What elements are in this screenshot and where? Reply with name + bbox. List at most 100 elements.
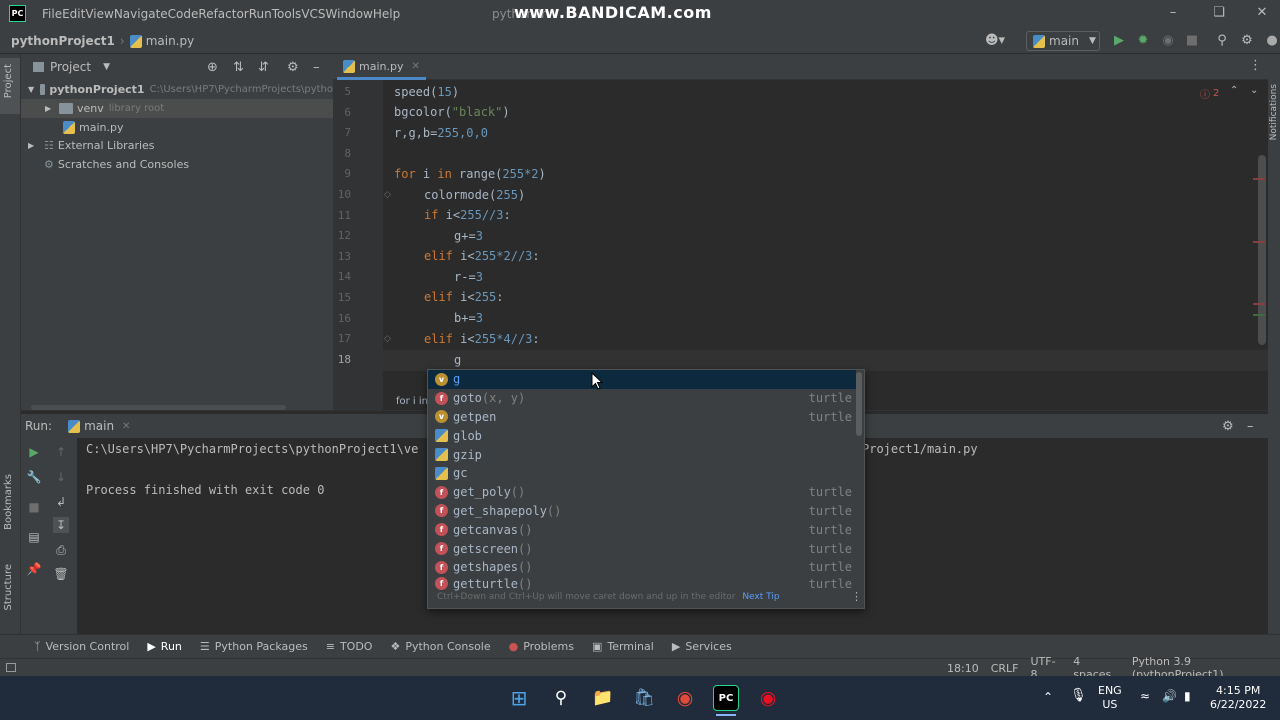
windows-start-icon[interactable]: ⊞ [506,685,532,711]
clock[interactable]: 4:15 PM 6/22/2022 [1210,684,1266,712]
menu-view[interactable]: View [85,7,113,21]
trash-icon[interactable]: 🗑 [53,566,69,582]
tool-tab-structure[interactable]: Structure [3,564,14,611]
tool-tab-bookmarks[interactable]: Bookmarks [3,474,14,530]
print-icon[interactable]: ⎙ [53,542,69,558]
completion-item[interactable]: v getpen turtle [428,408,856,427]
completion-scrollbar[interactable] [856,372,862,436]
layout-toggle-icon[interactable] [6,663,16,672]
menu-vcs[interactable]: VCS [301,7,325,21]
more-options-icon[interactable]: ⋮ [851,590,862,603]
pin-icon[interactable]: 📌 [26,561,42,577]
close-icon[interactable]: ✕ [1253,4,1271,22]
rerun-icon[interactable]: ▶ [26,444,42,460]
menu-file[interactable]: File [42,7,62,21]
minimize-icon[interactable]: – [1164,4,1182,22]
expand-all-icon[interactable]: ⇅ [233,60,244,75]
arrow-down-icon[interactable]: ↓ [53,469,69,485]
tool-python-packages[interactable]: ☰ Python Packages [200,640,308,653]
chrome-icon[interactable]: ◉ [672,685,698,711]
soft-wrap-icon[interactable]: ↲ [53,494,69,510]
chevron-down-icon[interactable]: ⌄ [1250,85,1258,96]
input-language[interactable]: ENG US [1098,684,1122,712]
debug-icon[interactable]: ✹ [1135,33,1151,49]
breadcrumb-file[interactable]: main.py [146,34,195,48]
wifi-icon[interactable]: ≈ [1140,689,1150,703]
chevron-down-icon[interactable]: ▼ [103,62,110,72]
completion-item[interactable]: vg [428,370,856,389]
hide-panel-icon[interactable]: – [313,60,320,75]
tool-problems[interactable]: ● Problems [509,640,574,653]
editor-breadcrumb[interactable]: for i in [396,396,428,407]
close-tab-icon[interactable]: ✕ [411,61,419,72]
tree-item-main[interactable]: main.py [21,118,333,137]
tool-python-console[interactable]: ❖ Python Console [390,640,490,653]
tool-run[interactable]: ▶ Run [147,640,182,653]
user-icon[interactable]: ☻▾ [985,33,1005,48]
line-separator[interactable]: CRLF [991,662,1019,675]
completion-item[interactable]: f getscreen() turtle [428,539,856,558]
run-icon[interactable]: ▶ [1111,33,1127,49]
tool-services[interactable]: ▶ Services [672,640,732,653]
problems-indicator[interactable]: ⓘ 2 [1200,86,1219,101]
chevron-up-icon[interactable]: ⌃ [1230,85,1238,96]
fold-icon[interactable]: ◇ [384,190,391,200]
more-tabs-icon[interactable]: ⋮ [1249,58,1262,73]
tab-main-py[interactable]: main.py ✕ [337,56,426,80]
store-icon[interactable]: 🛍 [631,685,657,711]
completion-item[interactable]: gc [428,464,856,483]
error-stripe-mark[interactable] [1253,241,1265,243]
menu-help[interactable]: Help [373,7,400,21]
menu-tools[interactable]: Tools [272,7,302,21]
next-tip-link[interactable]: Next Tip [742,592,779,602]
run-tab-label[interactable]: main [84,419,114,433]
bandicam-icon[interactable]: ◉ [755,685,781,711]
gear-icon[interactable]: ⚙ [287,60,299,75]
stop-icon[interactable]: ■ [1184,33,1200,49]
completion-item[interactable]: f getturtle() turtle [428,577,856,591]
pycharm-taskbar-icon[interactable]: PC [713,685,739,711]
collapse-all-icon[interactable]: ⇵ [258,60,269,75]
error-stripe-mark[interactable] [1253,303,1265,305]
stop-icon[interactable]: ■ [26,499,42,515]
change-stripe-mark[interactable] [1253,314,1265,316]
search-icon[interactable]: ⚲ [548,685,574,711]
completion-item[interactable]: gzip [428,445,856,464]
locate-icon[interactable]: ⊕ [207,60,218,75]
wrench-icon[interactable]: 🔧 [26,469,42,485]
tool-todo[interactable]: ≡ TODO [326,640,373,653]
gear-icon[interactable]: ⚙ [1239,33,1255,49]
menu-navigate[interactable]: Navigate [114,7,168,21]
tool-tab-project[interactable]: Project [3,64,14,98]
tree-item-venv[interactable]: ▶ venv library root [21,99,333,118]
menu-run[interactable]: Run [249,7,272,21]
arrow-up-icon[interactable]: ↑ [53,444,69,460]
tool-terminal[interactable]: ▣ Terminal [592,640,654,653]
volume-icon[interactable]: 🔊 [1162,689,1177,703]
jetbrains-logo-icon[interactable]: ● [1264,33,1280,49]
caret-position[interactable]: 18:10 [947,662,979,675]
close-tab-icon[interactable]: ✕ [122,421,130,432]
tool-tab-notifications[interactable]: Notifications [1269,84,1279,140]
battery-icon[interactable]: ▮ [1184,689,1191,703]
coverage-icon[interactable]: ◉ [1160,33,1176,49]
gear-icon[interactable]: ⚙ [1222,419,1234,434]
completion-item[interactable]: f get_poly() turtle [428,483,856,502]
completion-item[interactable]: f get_shapepoly() turtle [428,502,856,521]
tree-item-root[interactable]: ▼ pythonProject1 C:\Users\HP7\PycharmPro… [21,80,333,99]
restore-icon[interactable]: ❏ [1210,4,1228,22]
completion-item[interactable]: f goto (x, y) turtle [428,389,856,408]
completion-item[interactable]: glob [428,426,856,445]
run-config-selector[interactable]: main ▼ [1026,31,1100,51]
menu-window[interactable]: Window [326,7,373,21]
chevron-up-icon[interactable]: ⌃ [1043,690,1053,704]
completion-item[interactable]: f getshapes() turtle [428,558,856,577]
microphone-icon[interactable]: 🎙 [1070,688,1087,703]
breadcrumb-project[interactable]: pythonProject1 [11,34,115,48]
tree-item-scratches[interactable]: ⚙ Scratches and Consoles [21,155,333,174]
completion-item[interactable]: f getcanvas() turtle [428,520,856,539]
menu-refactor[interactable]: Refactor [198,7,248,21]
project-panel-title[interactable]: Project [50,60,91,74]
error-stripe-mark[interactable] [1253,178,1265,180]
menu-edit[interactable]: Edit [62,7,85,21]
